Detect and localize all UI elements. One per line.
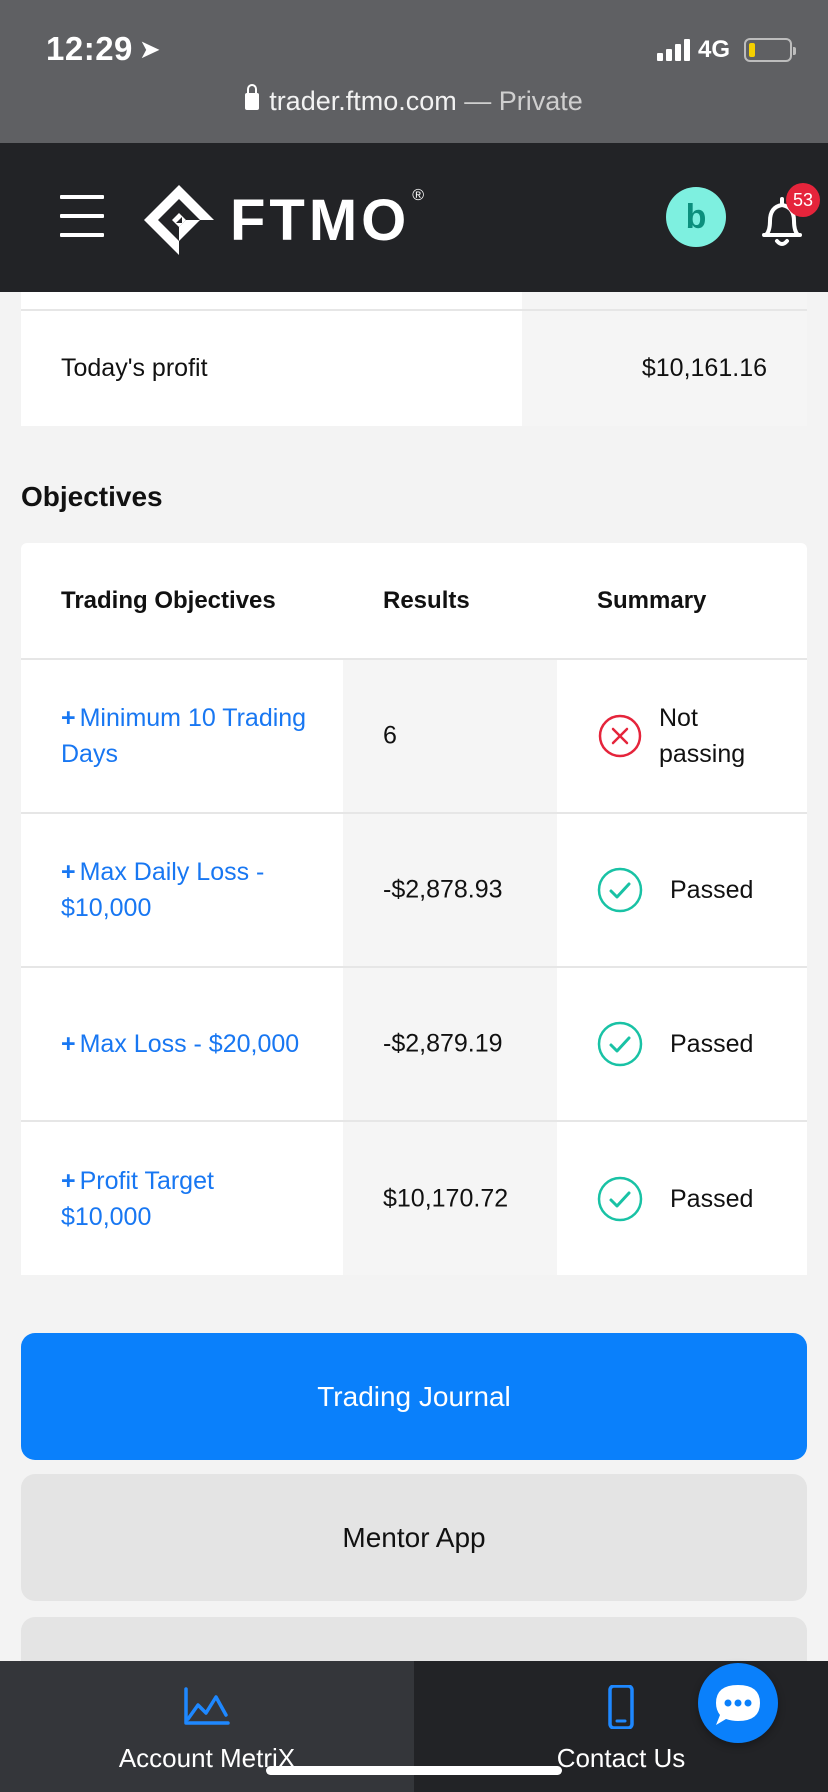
- column-header-results: Results: [383, 586, 470, 614]
- objective-link-max-loss[interactable]: + Max Loss - $20,000: [61, 1026, 311, 1062]
- account-summary-card: Today's profit $10,161.16: [21, 292, 807, 426]
- objective-result: -$2,878.93: [383, 875, 503, 904]
- todays-profit-value: $10,161.16: [641, 354, 767, 382]
- phone-icon: [608, 1685, 634, 1729]
- app-header: FTMO ® b 53: [0, 143, 828, 292]
- trading-journal-button[interactable]: Trading Journal: [21, 1333, 807, 1460]
- x-circle-icon: [598, 714, 642, 758]
- signal-icon: [656, 39, 690, 61]
- objective-name: Minimum 10 Trading Days: [61, 704, 307, 768]
- objective-name: Profit Target $10,000: [61, 1167, 214, 1231]
- objective-name: Max Loss - $20,000: [79, 1030, 300, 1058]
- location-arrow-icon: ➤: [138, 34, 162, 64]
- check-circle-icon: [597, 867, 643, 913]
- objectives-table: Trading Objectives Results Summary + Mini…: [21, 543, 807, 1275]
- menu-icon[interactable]: [60, 195, 104, 237]
- objective-status: Passed: [670, 876, 754, 904]
- table-row: + Max Loss - $20,000 -$2,879.19 Passed: [21, 968, 807, 1122]
- table-header: Trading Objectives Results Summary: [21, 543, 807, 660]
- private-label: — Private: [456, 86, 583, 116]
- objective-link-min-trading-days[interactable]: + Minimum 10 Trading Days: [61, 700, 311, 772]
- table-row: + Minimum 10 Trading Days 6 Not passing: [21, 660, 807, 814]
- url-text: trader.ftmo.com: [269, 86, 457, 116]
- registered-mark: ®: [412, 187, 425, 204]
- check-circle-icon: [597, 1021, 643, 1067]
- battery-icon: [744, 38, 796, 62]
- chart-line-icon: [184, 1687, 230, 1725]
- todays-profit-label: Today's profit: [61, 354, 208, 382]
- objective-result: 6: [383, 721, 397, 750]
- check-circle-icon: [597, 1176, 643, 1222]
- lock-icon: [245, 84, 260, 110]
- objective-status: Passed: [670, 1185, 754, 1213]
- objective-link-profit-target[interactable]: + Profit Target $10,000: [61, 1163, 311, 1235]
- logo-wordmark: FTMO: [230, 187, 411, 253]
- objective-status: Not passing: [659, 704, 746, 768]
- expand-plus-icon: +: [61, 1167, 76, 1195]
- objectives-title: Objectives: [21, 481, 163, 512]
- network-label: 4G: [697, 36, 730, 63]
- chat-bubble-icon: [716, 1685, 760, 1725]
- clock: 12:29 ➤: [46, 30, 161, 68]
- objective-name: Max Daily Loss - $10,000: [61, 858, 265, 922]
- column-header-objectives: Trading Objectives: [61, 586, 276, 614]
- expand-plus-icon: +: [61, 1030, 76, 1058]
- ftmo-logo[interactable]: FTMO ®: [142, 183, 424, 257]
- home-indicator: [266, 1766, 562, 1775]
- objective-result: -$2,879.19: [383, 1029, 503, 1058]
- ios-status-bar: 12:29 ➤ 4G trader.ftmo.com — Private: [0, 0, 828, 143]
- mentor-app-button[interactable]: Mentor App: [21, 1474, 807, 1601]
- expand-plus-icon: +: [61, 858, 76, 886]
- objective-result: $10,170.72: [383, 1184, 509, 1213]
- objective-link-max-daily-loss[interactable]: + Max Daily Loss - $10,000: [61, 854, 311, 926]
- table-row: + Max Daily Loss - $10,000 -$2,878.93 Pas…: [21, 814, 807, 968]
- expand-plus-icon: +: [61, 704, 76, 732]
- ftmo-logo-mark-icon: [144, 185, 214, 255]
- column-header-summary: Summary: [597, 586, 707, 614]
- objective-status: Passed: [670, 1030, 754, 1058]
- table-row: + Profit Target $10,000 $10,170.72 Passed: [21, 1122, 807, 1275]
- chat-button[interactable]: [698, 1663, 778, 1743]
- avatar[interactable]: b: [666, 187, 726, 247]
- notification-badge: 53: [786, 183, 820, 217]
- status-indicators: 4G: [656, 36, 796, 64]
- url-bar[interactable]: trader.ftmo.com — Private: [0, 84, 828, 117]
- clock-text: 12:29: [46, 30, 133, 67]
